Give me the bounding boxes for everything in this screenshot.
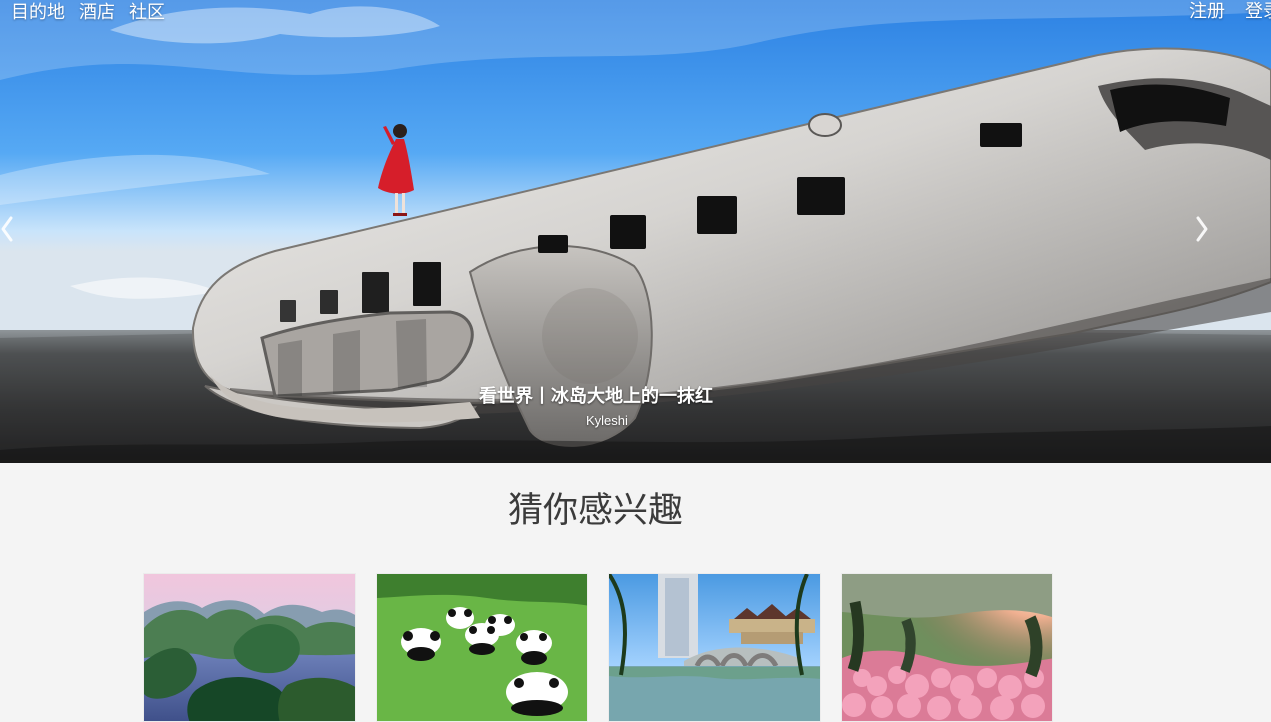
nav-hotel[interactable]: 酒店 [79, 2, 115, 24]
chevron-right-icon [1196, 216, 1208, 242]
nav-community[interactable]: 社区 [129, 2, 165, 24]
bridge-card[interactable] [608, 573, 821, 722]
carousel-prev-button[interactable] [0, 214, 16, 244]
lake-landscape-image [144, 574, 355, 721]
hero-author[interactable]: Kyleshi [586, 412, 749, 429]
carousel-next-button[interactable] [1193, 214, 1211, 244]
login-link[interactable]: 登录 [1245, 1, 1271, 23]
panda-image [376, 574, 588, 721]
chevron-left-icon [1, 216, 13, 242]
hero-banner[interactable]: 目的地 酒店 社区 注册 登录 看世界丨冰岛大地上的一抹红 Kyleshi [0, 0, 1271, 463]
account-nav: 注册 登录 [1189, 1, 1271, 23]
top-navigation: 目的地 酒店 社区 注册 登录 [0, 0, 1271, 30]
primary-nav: 目的地 酒店 社区 [11, 2, 165, 24]
nav-destination[interactable]: 目的地 [11, 2, 65, 24]
hero-caption: 看世界丨冰岛大地上的一抹红 Kyleshi [479, 385, 749, 429]
panda-card[interactable] [376, 573, 589, 722]
recommendation-cards [143, 573, 1053, 722]
lake-card[interactable] [143, 573, 356, 722]
section-title: 猜你感兴趣 [508, 491, 684, 531]
city-bridge-image [609, 574, 820, 721]
page: 目的地 酒店 社区 注册 登录 看世界丨冰岛大地上的一抹红 Kyleshi 猜你… [0, 0, 1271, 722]
blossom-garden-image [841, 574, 1053, 721]
register-link[interactable]: 注册 [1189, 1, 1225, 23]
blossom-card[interactable] [841, 573, 1054, 722]
hero-title[interactable]: 看世界丨冰岛大地上的一抹红 [479, 385, 749, 409]
